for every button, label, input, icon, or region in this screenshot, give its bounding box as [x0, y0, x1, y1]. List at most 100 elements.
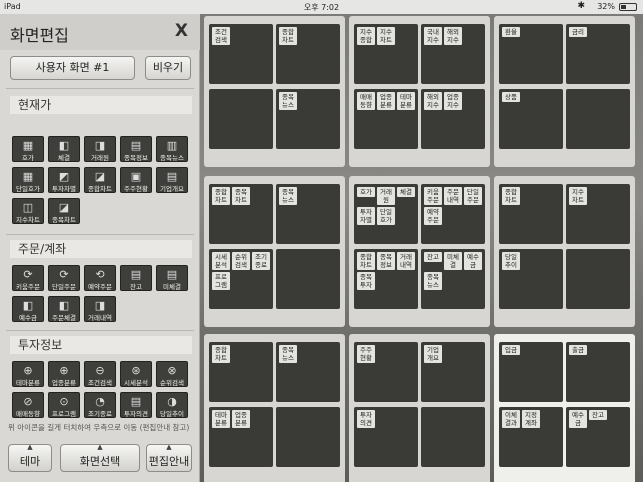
slot-tag[interactable]: 단일 주문: [464, 187, 482, 205]
slot-tag[interactable]: 순위 검색: [232, 252, 250, 270]
panel-icon-2-4[interactable]: ⊗ 순위검색: [156, 361, 188, 387]
slot-tag[interactable]: 출금: [569, 345, 587, 355]
panel-icon-0-4[interactable]: ▥ 종목뉴스: [156, 136, 188, 162]
screen-slot[interactable]: 입금: [499, 342, 563, 402]
panel-icon-2-1[interactable]: ⊕ 업종분류: [48, 361, 80, 387]
screen-page-4[interactable]: 종합 차트 종목 차트 종목 뉴스 시세 분석 순위 검색 조기 종료 프로 그램: [204, 176, 345, 327]
slot-tag[interactable]: 키움 주문: [424, 187, 442, 205]
slot-tag[interactable]: 종목 뉴스: [279, 345, 297, 363]
screen-slot[interactable]: 종합 차트 종목 정보 거래 내역 종목 투자: [354, 249, 418, 309]
panel-icon-0-7[interactable]: ◪ 종합차트: [84, 167, 116, 193]
slot-tag[interactable]: 잔고: [424, 252, 442, 262]
slot-tag[interactable]: 테마 분류: [212, 410, 230, 428]
slot-tag[interactable]: 지수 차트: [377, 27, 395, 45]
slot-tag[interactable]: 미체 결: [444, 252, 462, 270]
screen-slot[interactable]: [276, 249, 340, 309]
slot-tag[interactable]: 지정 계좌: [522, 410, 540, 428]
screen-select-button[interactable]: ▲ 화면선택: [60, 443, 140, 472]
slot-tag[interactable]: 해외 지수: [444, 27, 462, 45]
panel-icon-0-3[interactable]: ▤ 종목정보: [120, 136, 152, 162]
slot-tag[interactable]: 예수 금: [569, 410, 587, 428]
slot-tag[interactable]: 잔고: [589, 410, 607, 420]
screen-slot[interactable]: 조건 검색: [209, 24, 273, 84]
screen-slot[interactable]: 종목 뉴스: [276, 184, 340, 244]
panel-icon-2-0[interactable]: ⊕ 테마분류: [12, 361, 44, 387]
slot-tag[interactable]: 종목 정보: [377, 252, 395, 270]
slot-tag[interactable]: 단일 호가: [377, 207, 395, 225]
panel-icon-1-4[interactable]: ▤ 미체결: [156, 265, 188, 291]
slot-tag[interactable]: 종목 차트: [232, 187, 250, 205]
screen-slot[interactable]: 매매 동향 업종 분류 테마 분류: [354, 89, 418, 149]
screen-page-6[interactable]: 종합 차트 지수 차트당일 추이: [494, 176, 635, 327]
slot-tag[interactable]: 업종 지수: [444, 92, 462, 110]
slot-tag[interactable]: 당일 추이: [502, 252, 520, 270]
slot-tag[interactable]: 거래 원: [377, 187, 395, 205]
panel-icon-0-1[interactable]: ◧ 체결: [48, 136, 80, 162]
slot-tag[interactable]: 기업 개요: [424, 345, 442, 363]
slot-tag[interactable]: 업종 분류: [232, 410, 250, 428]
slot-tag[interactable]: 상품: [502, 92, 520, 102]
slot-tag[interactable]: 입금: [502, 345, 520, 355]
slot-tag[interactable]: 종합 차트: [357, 252, 375, 270]
panel-icon-1-0[interactable]: ⟳ 키움주문: [12, 265, 44, 291]
screen-slot[interactable]: [209, 89, 273, 149]
panel-icon-1-5[interactable]: ◧ 예수금: [12, 296, 44, 322]
screen-slot[interactable]: [566, 89, 630, 149]
panel-icon-0-0[interactable]: ▦ 호가: [12, 136, 44, 162]
slot-tag[interactable]: 종목 뉴스: [424, 272, 442, 290]
screen-slot[interactable]: 출금: [566, 342, 630, 402]
panel-icon-0-2[interactable]: ◨ 거래원: [84, 136, 116, 162]
panel-icon-1-3[interactable]: ▤ 잔고: [120, 265, 152, 291]
panel-icon-2-2[interactable]: ⊖ 조건검색: [84, 361, 116, 387]
close-icon[interactable]: X: [175, 21, 188, 41]
screen-slot[interactable]: 상품: [499, 89, 563, 149]
screen-page-3[interactable]: 환율 금리 상품: [494, 16, 635, 167]
screen-slot[interactable]: 종합 차트: [499, 184, 563, 244]
slot-tag[interactable]: 프로 그램: [212, 272, 230, 290]
slot-tag[interactable]: 종합 차트: [212, 187, 230, 205]
slot-tag[interactable]: 종목 투자: [357, 272, 375, 290]
panel-icon-0-9[interactable]: ▤ 기업개요: [156, 167, 188, 193]
slot-tag[interactable]: 투자 자별: [357, 207, 375, 225]
panel-icon-0-10[interactable]: ◫ 지수차트: [12, 198, 44, 224]
slot-tag[interactable]: 매매 동향: [357, 92, 375, 110]
screen-slot[interactable]: 종합 차트: [276, 24, 340, 84]
slot-tag[interactable]: 주주 현황: [357, 345, 375, 363]
screen-slot[interactable]: 시세 분석 순위 검색 조기 종료 프로 그램: [209, 249, 273, 309]
user-screen-button[interactable]: 사용자 화면 #1: [10, 56, 135, 80]
screen-page-5[interactable]: 호가 거래 원 체결 투자 자별 단일 호가 키움 주문 주문 내역 단일 주문 예약 주문 종합…: [349, 176, 490, 327]
screen-slot[interactable]: 키움 주문 주문 내역 단일 주문 예약 주문: [421, 184, 485, 244]
panel-icon-0-6[interactable]: ◩ 투자자별: [48, 167, 80, 193]
slot-tag[interactable]: 체결: [397, 187, 415, 197]
screen-slot[interactable]: 호가 거래 원 체결 투자 자별 단일 호가: [354, 184, 418, 244]
screen-slot[interactable]: 금리: [566, 24, 630, 84]
panel-icon-2-9[interactable]: ◑ 당일추이: [156, 392, 188, 418]
panel-icon-1-2[interactable]: ⟲ 예약주문: [84, 265, 116, 291]
slot-tag[interactable]: 종합 차트: [212, 345, 230, 363]
screen-slot[interactable]: 국내 지수 해외 지수: [421, 24, 485, 84]
panel-icon-2-3[interactable]: ⊛ 시세분석: [120, 361, 152, 387]
slot-tag[interactable]: 국내 지수: [424, 27, 442, 45]
screen-slot[interactable]: 기업 개요: [421, 342, 485, 402]
slot-tag[interactable]: 종합 차트: [502, 187, 520, 205]
panel-icon-2-8[interactable]: ▤ 투자의견: [120, 392, 152, 418]
panel-icon-1-1[interactable]: ⟳ 단일주문: [48, 265, 80, 291]
slot-tag[interactable]: 종목 뉴스: [279, 187, 297, 205]
screen-slot[interactable]: 종목 뉴스: [276, 89, 340, 149]
panel-icon-1-7[interactable]: ◨ 거래내역: [84, 296, 116, 322]
screen-slot[interactable]: 해외 지수 업종 지수: [421, 89, 485, 149]
slot-tag[interactable]: 이체 결과: [502, 410, 520, 428]
slot-tag[interactable]: 종목 뉴스: [279, 92, 297, 110]
screen-slot[interactable]: 종합 차트: [209, 342, 273, 402]
screen-slot[interactable]: [276, 407, 340, 467]
slot-tag[interactable]: 금리: [569, 27, 587, 37]
screen-slot[interactable]: 당일 추이: [499, 249, 563, 309]
screen-slot[interactable]: 지수 차트: [566, 184, 630, 244]
slot-tag[interactable]: 조기 종료: [252, 252, 270, 270]
slot-tag[interactable]: 주문 내역: [444, 187, 462, 205]
theme-button[interactable]: ▲ 테마: [8, 443, 52, 472]
panel-icon-2-6[interactable]: ⊙ 프로그램: [48, 392, 80, 418]
panel-icon-2-5[interactable]: ⊘ 매매동향: [12, 392, 44, 418]
panel-icon-2-7[interactable]: ◔ 조기종료: [84, 392, 116, 418]
screen-slot[interactable]: 주주 현황: [354, 342, 418, 402]
